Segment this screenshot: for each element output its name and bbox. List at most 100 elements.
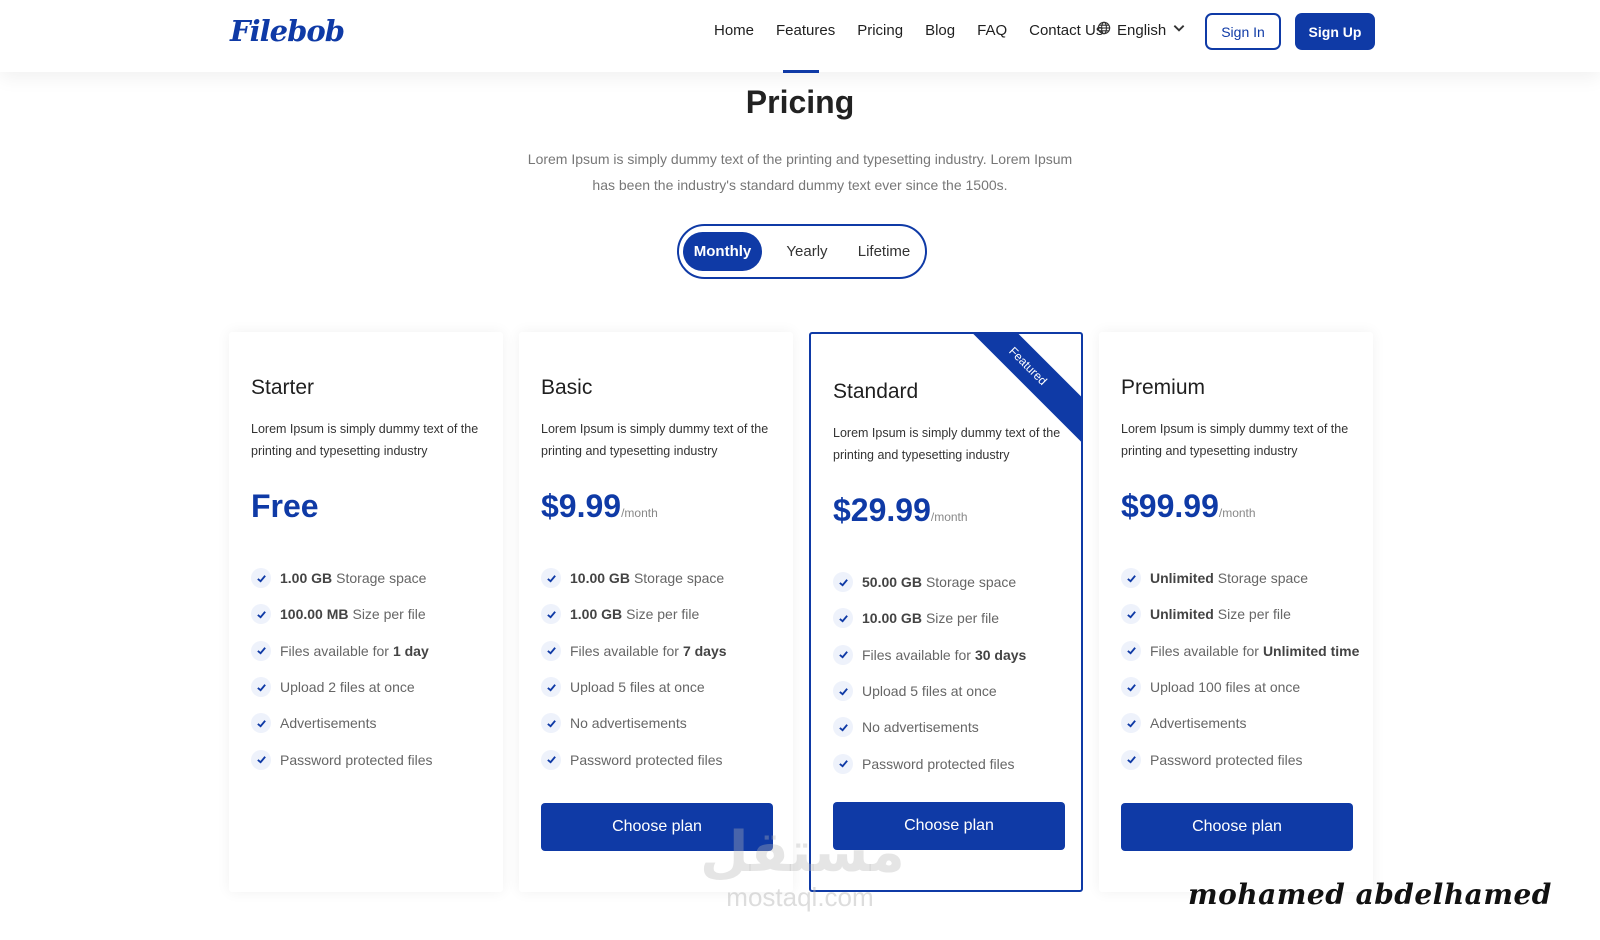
choose-plan-button[interactable]: Choose plan <box>1121 803 1353 851</box>
check-icon <box>1121 677 1141 698</box>
feature-text: Password protected files <box>862 755 1015 772</box>
feature-item: Password protected files <box>833 745 1026 781</box>
feature-text: Storage space <box>633 570 725 587</box>
check-icon <box>833 608 853 629</box>
check-icon <box>833 753 853 774</box>
feature-item: Password protected files <box>251 741 433 777</box>
feature-text: Files available for <box>862 646 971 663</box>
plan-price: $9.99 /month <box>541 488 658 525</box>
feature-item: 1.00 GB Storage space <box>251 560 433 596</box>
plan-name: Starter <box>251 376 315 399</box>
sign-in-button[interactable]: Sign In <box>1205 13 1281 50</box>
price-period: /month <box>621 506 658 520</box>
toggle-yearly[interactable]: Yearly <box>771 232 843 271</box>
plan-description: Lorem Ipsum is simply dummy text of the … <box>541 422 769 458</box>
feature-item: Files available for 30 days <box>833 637 1026 673</box>
check-icon <box>251 640 271 661</box>
nav-link-home[interactable]: Home <box>714 22 754 39</box>
watermark-site: mostaql.com <box>726 882 874 912</box>
feature-text: Upload 2 files at once <box>280 679 415 696</box>
check-icon <box>541 568 561 589</box>
price-amount: Free <box>251 488 319 524</box>
feature-text: No advertisements <box>862 719 979 736</box>
nav-link-features[interactable]: Features <box>776 22 835 39</box>
feature-highlight: Unlimited time <box>1262 642 1360 659</box>
feature-item: Files available for 1 day <box>251 633 433 669</box>
price-period: /month <box>930 510 968 524</box>
plan-description: Lorem Ipsum is simply dummy text of the … <box>251 422 479 458</box>
feature-item: 10.00 GB Size per file <box>833 600 1026 636</box>
plan-price: Free <box>251 488 319 525</box>
check-icon <box>251 568 271 589</box>
feature-highlight: 7 days <box>682 642 727 659</box>
nav-link-contact[interactable]: Contact Us <box>1029 22 1103 39</box>
sign-up-button[interactable]: Sign Up <box>1295 13 1375 50</box>
toggle-monthly[interactable]: Monthly <box>683 232 762 271</box>
feature-highlight: 1 day <box>392 642 429 659</box>
check-icon <box>833 572 853 593</box>
plan-description: Lorem Ipsum is simply dummy text of the … <box>1121 422 1349 458</box>
price-period: /month <box>1218 506 1256 520</box>
feature-text: Upload 100 files at once <box>1150 679 1301 696</box>
feature-item: Advertisements <box>1121 705 1359 741</box>
page-subtitle: Lorem Ipsum is simply dummy text of the … <box>527 151 1073 193</box>
feature-text: Size per file <box>626 606 700 623</box>
feature-text: Size per file <box>1217 606 1291 623</box>
feature-item: Unlimited Storage space <box>1121 560 1359 596</box>
feature-highlight: 10.00 GB <box>570 570 630 587</box>
watermark-arabic: مستقل <box>700 820 905 885</box>
logo[interactable]: Filebob <box>230 14 345 48</box>
check-icon <box>541 640 561 661</box>
feature-text: Storage space <box>1217 570 1309 587</box>
plan-description: Lorem Ipsum is simply dummy text of the … <box>833 426 1061 462</box>
plan-card-basic: Basic Lorem Ipsum is simply dummy text of… <box>519 332 793 892</box>
price-amount: $9.99 <box>541 488 622 524</box>
feature-text: Upload 5 files at once <box>570 679 705 696</box>
language-selector[interactable]: English <box>1097 21 1186 39</box>
feature-highlight: Unlimited <box>1150 606 1214 623</box>
title-accent-bar <box>783 70 819 73</box>
feature-item: Files available for Unlimited time <box>1121 633 1359 669</box>
feature-item: Upload 2 files at once <box>251 669 433 705</box>
check-icon <box>1121 749 1141 770</box>
feature-highlight: 1.00 GB <box>280 570 333 587</box>
nav-link-blog[interactable]: Blog <box>925 22 955 39</box>
author-signature: mohamed abdelhamed <box>1188 878 1552 911</box>
check-icon <box>251 677 271 698</box>
check-icon <box>541 749 561 770</box>
feature-text: Storage space <box>925 574 1017 591</box>
navbar: Filebob Home Features Pricing Blog FAQ C… <box>0 0 1600 72</box>
feature-highlight: 30 days <box>974 646 1027 663</box>
feature-text: Advertisements <box>280 715 377 732</box>
feature-item: Unlimited Size per file <box>1121 596 1359 632</box>
check-icon <box>541 713 561 734</box>
feature-item: Password protected files <box>1121 741 1359 777</box>
plan-name: Standard <box>833 380 919 403</box>
feature-item: Upload 5 files at once <box>833 673 1026 709</box>
feature-text: Password protected files <box>280 751 433 768</box>
price-amount: $29.99 <box>833 492 931 528</box>
feature-item: 10.00 GB Storage space <box>541 560 727 596</box>
feature-text: Files available for <box>1150 642 1259 659</box>
check-icon <box>1121 568 1141 589</box>
nav-link-pricing[interactable]: Pricing <box>857 22 903 39</box>
plan-price: $99.99 /month <box>1121 488 1256 525</box>
feature-text: Size per file <box>352 606 426 623</box>
nav-link-faq[interactable]: FAQ <box>977 22 1007 39</box>
check-icon <box>1121 713 1141 734</box>
plan-name: Basic <box>541 376 593 399</box>
feature-text: Upload 5 files at once <box>862 683 997 700</box>
plan-name: Premium <box>1121 376 1206 399</box>
feature-list: 50.00 GB Storage space 10.00 GB Size per f… <box>833 564 1026 782</box>
feature-item: Upload 100 files at once <box>1121 669 1359 705</box>
feature-list: 10.00 GB Storage space 1.00 GB Size per fi… <box>541 560 727 778</box>
check-icon <box>251 604 271 625</box>
check-icon <box>251 749 271 770</box>
feature-text: Storage space <box>336 570 427 587</box>
check-icon <box>541 604 561 625</box>
feature-item: No advertisements <box>833 709 1026 745</box>
price-amount: $99.99 <box>1121 488 1219 524</box>
feature-text: Files available for <box>280 642 389 659</box>
toggle-lifetime[interactable]: Lifetime <box>845 232 923 271</box>
check-icon <box>541 677 561 698</box>
